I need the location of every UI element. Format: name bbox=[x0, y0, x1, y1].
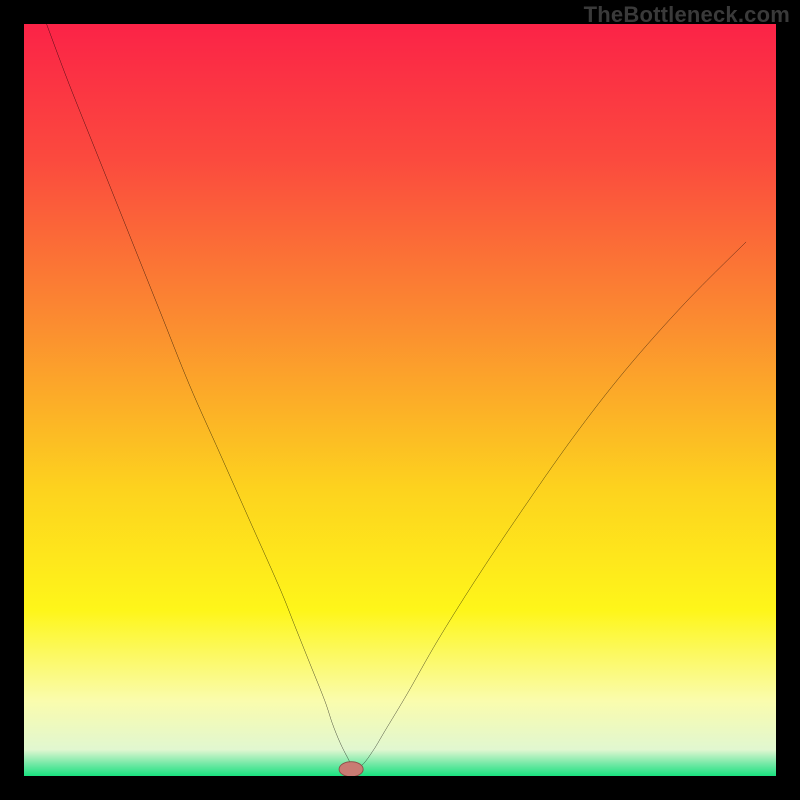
chart-svg bbox=[24, 24, 776, 776]
optimal-marker bbox=[339, 762, 363, 776]
plot-area bbox=[24, 24, 776, 776]
gradient-background bbox=[24, 24, 776, 776]
chart-frame: TheBottleneck.com bbox=[0, 0, 800, 800]
watermark-text: TheBottleneck.com bbox=[584, 2, 790, 28]
